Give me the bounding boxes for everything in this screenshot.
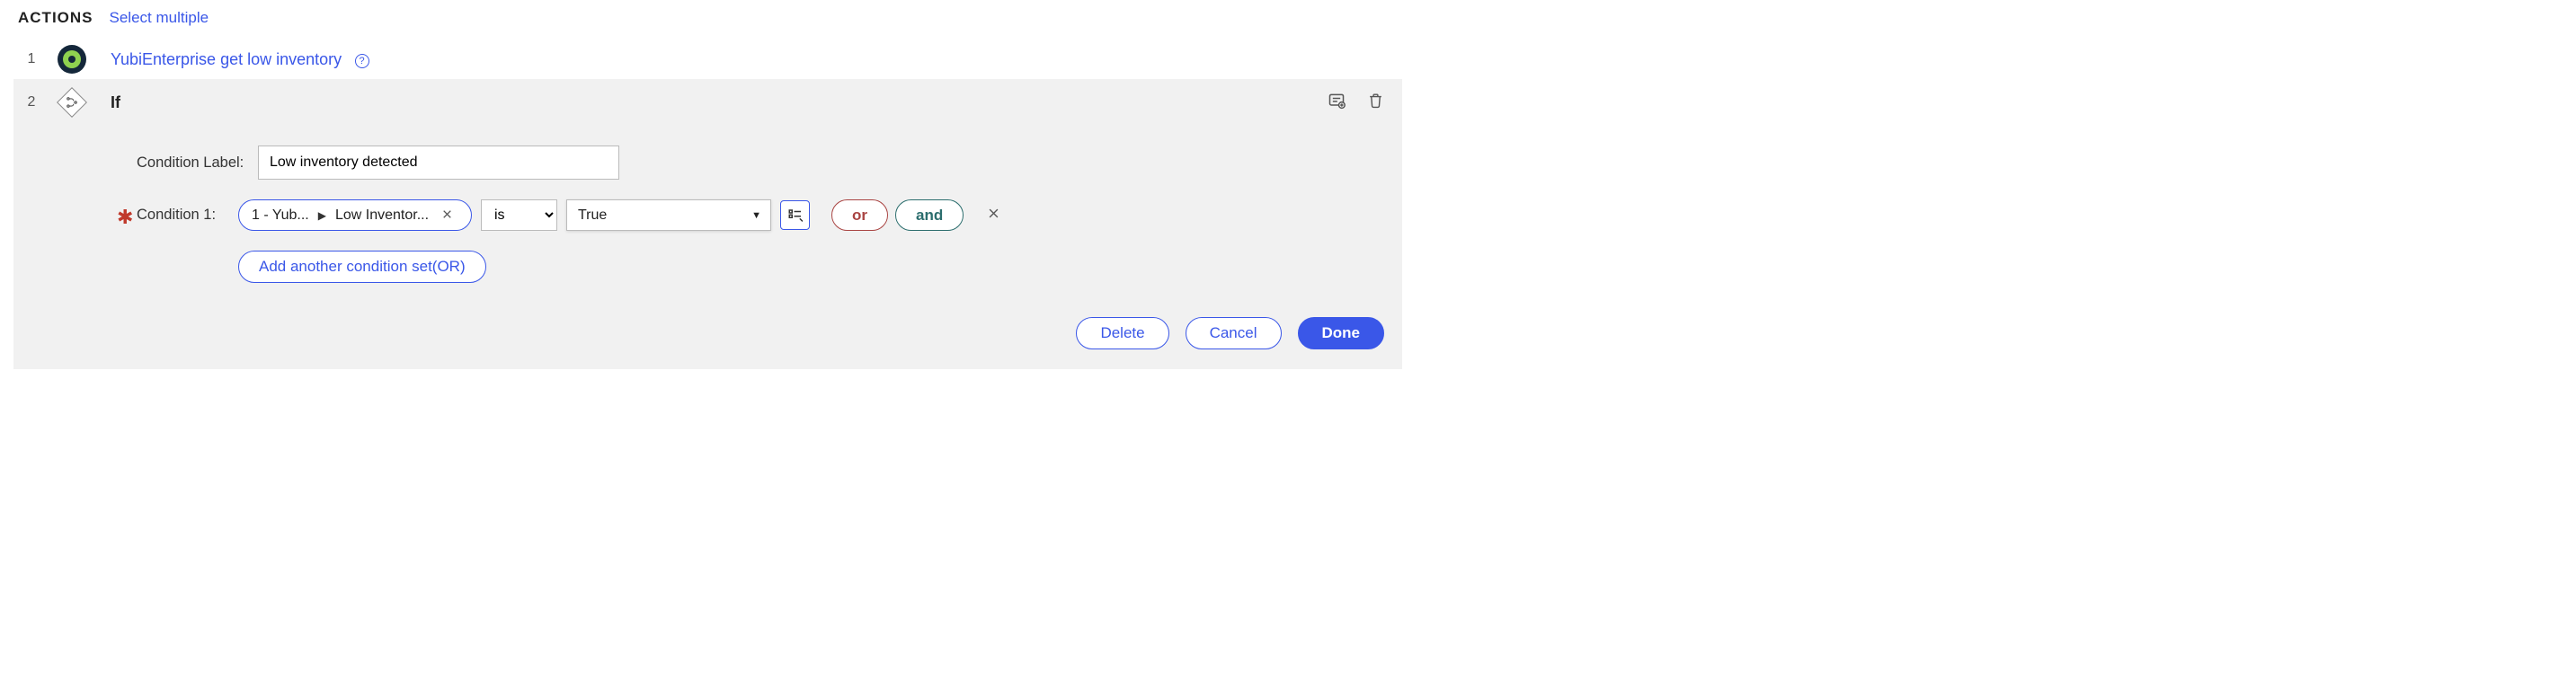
section-title: ACTIONS	[18, 9, 93, 27]
done-button[interactable]: Done	[1298, 317, 1385, 349]
or-button[interactable]: or	[831, 199, 888, 231]
delete-icon[interactable]	[1367, 92, 1384, 114]
remove-condition-icon[interactable]	[983, 206, 1004, 225]
step-row-1[interactable]: 1 YubiEnterprise get low inventory ?	[13, 40, 1402, 79]
clear-pill-icon[interactable]	[441, 208, 453, 223]
data-pill[interactable]: 1 - Yub... ▶ Low Inventor...	[238, 199, 472, 231]
select-multiple-link[interactable]: Select multiple	[110, 9, 209, 27]
pill-field: Low Inventor...	[335, 207, 429, 224]
add-condition-set-button[interactable]: Add another condition set(OR)	[238, 251, 486, 283]
chevron-right-icon: ▶	[318, 209, 326, 222]
and-button[interactable]: and	[895, 199, 964, 231]
chevron-down-icon: ▼	[751, 210, 761, 221]
data-picker-button[interactable]	[780, 200, 810, 230]
branch-icon	[57, 87, 87, 118]
step-number: 2	[13, 94, 49, 110]
pill-source: 1 - Yub...	[252, 207, 309, 224]
help-icon[interactable]: ?	[355, 54, 369, 68]
annotation-icon[interactable]	[1328, 92, 1346, 114]
value-text: True	[578, 207, 607, 224]
operator-select[interactable]: is	[481, 199, 557, 231]
condition-1-label: Condition 1:	[137, 207, 238, 224]
step-label: If	[111, 93, 120, 111]
step-row-2[interactable]: 2 If	[13, 79, 1402, 126]
cancel-button[interactable]: Cancel	[1186, 317, 1282, 349]
condition-panel: Condition Label: ✱ Condition 1: 1 - Yub.…	[13, 126, 1402, 369]
required-marker: ✱	[117, 204, 137, 227]
condition-label-text: Condition Label:	[137, 154, 258, 172]
step-label[interactable]: YubiEnterprise get low inventory	[111, 50, 342, 68]
delete-button[interactable]: Delete	[1076, 317, 1168, 349]
yubico-icon	[58, 45, 86, 74]
step-number: 1	[13, 51, 49, 67]
condition-label-input[interactable]	[258, 146, 619, 180]
value-select[interactable]: True ▼	[566, 199, 771, 231]
